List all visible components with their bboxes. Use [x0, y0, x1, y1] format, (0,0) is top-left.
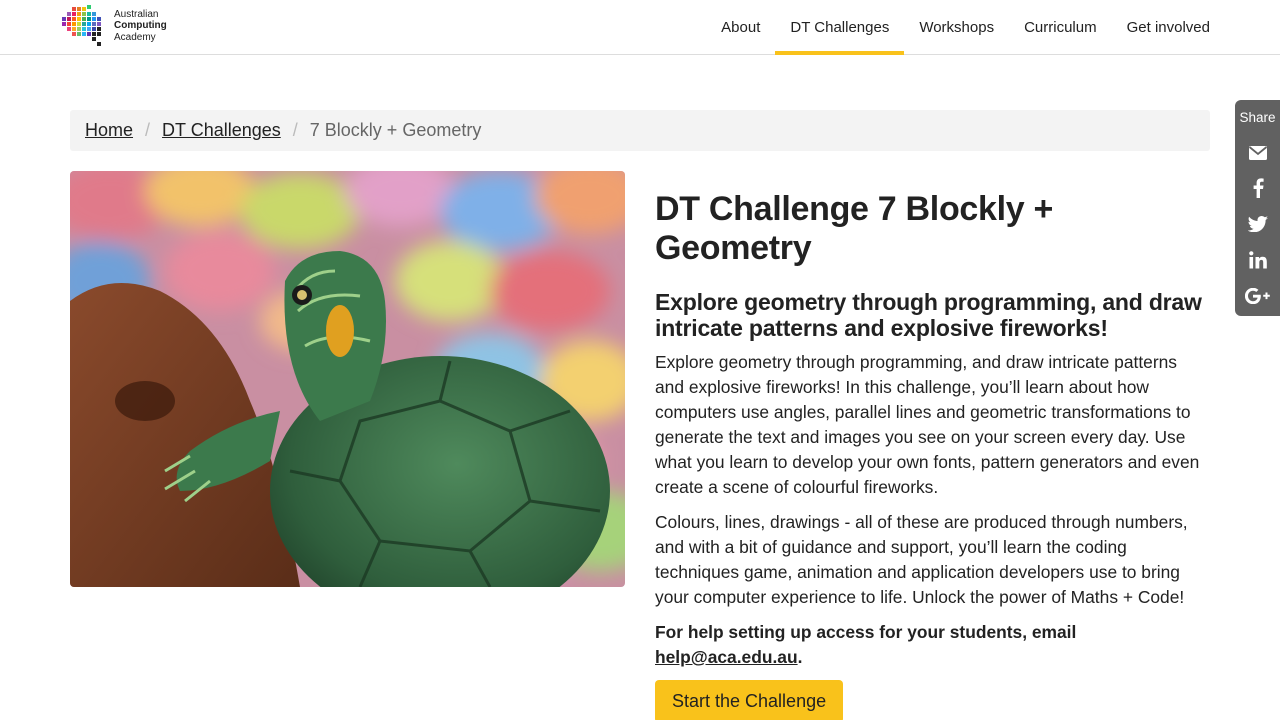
google-plus-icon	[1244, 288, 1270, 304]
nav-item-dt-challenges[interactable]: DT Challenges	[775, 0, 905, 55]
page-subtitle: Explore geometry through programming, an…	[655, 289, 1202, 341]
challenge-content: DT Challenge 7 Blockly + Geometry Explor…	[655, 190, 1210, 720]
share-email-button[interactable]	[1235, 138, 1280, 168]
breadcrumb-current: 7 Blockly + Geometry	[309, 120, 482, 140]
nav-item-about[interactable]: About	[706, 0, 775, 54]
help-email-link[interactable]: help@aca.edu.au	[655, 647, 798, 667]
logo-line-3: Academy	[114, 31, 156, 43]
page-title: DT Challenge 7 Blockly + Geometry	[655, 190, 1054, 267]
logo-line-1: Australian	[114, 8, 159, 20]
share-google-plus-button[interactable]	[1235, 281, 1280, 311]
help-text-end: .	[797, 647, 803, 667]
aca-logo-icon	[62, 5, 101, 46]
breadcrumb: Home / DT Challenges / 7 Blockly + Geome…	[70, 110, 1210, 151]
breadcrumb-home-link[interactable]: Home	[85, 120, 133, 141]
hero-image	[70, 171, 625, 587]
twitter-icon	[1247, 216, 1268, 232]
share-sidebar: Share	[1235, 100, 1280, 316]
envelope-icon	[1248, 146, 1267, 160]
aca-logo[interactable]: Australian Computing Academy	[60, 5, 167, 47]
nav-item-workshops[interactable]: Workshops	[904, 0, 1009, 54]
breadcrumb-separator: /	[292, 120, 298, 140]
help-text: For help setting up access for your stud…	[655, 620, 1210, 670]
start-challenge-button[interactable]: Start the Challenge	[655, 680, 844, 720]
logo-text: Australian Computing Academy	[114, 9, 167, 44]
share-twitter-button[interactable]	[1235, 209, 1280, 239]
share-facebook-button[interactable]	[1235, 173, 1280, 203]
logo-line-2: Computing	[114, 20, 167, 32]
turtle-photo	[70, 171, 625, 587]
help-text-label: For help setting up access for your stud…	[655, 622, 1077, 642]
share-linkedin-button[interactable]	[1235, 245, 1280, 275]
share-label: Share	[1239, 110, 1276, 125]
facebook-icon	[1253, 178, 1264, 198]
site-header: Australian Computing Academy About DT Ch…	[0, 0, 1280, 55]
details-paragraph: Colours, lines, drawings - all of these …	[655, 512, 1188, 607]
linkedin-icon	[1248, 251, 1267, 269]
breadcrumb-dt-challenges-link[interactable]: DT Challenges	[162, 120, 281, 141]
nav-item-get-involved[interactable]: Get involved	[1112, 0, 1225, 54]
intro-paragraph: Explore geometry through programming, an…	[655, 352, 1200, 497]
main-nav: About DT Challenges Workshops Curriculum…	[706, 0, 1225, 55]
nav-item-curriculum[interactable]: Curriculum	[1009, 0, 1112, 54]
breadcrumb-separator: /	[145, 120, 151, 140]
